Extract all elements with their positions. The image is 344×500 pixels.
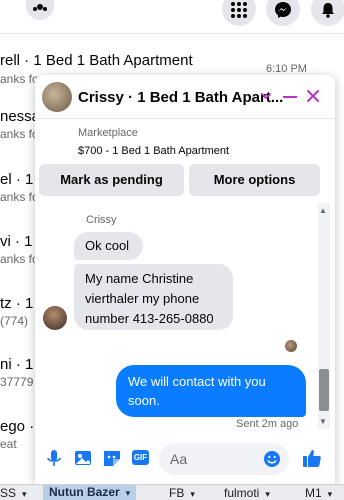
avatar	[43, 306, 67, 330]
top-nav-bar	[0, 0, 344, 34]
scrollbar-thumb[interactable]	[319, 369, 329, 411]
chevron-down-icon: ▾	[125, 488, 131, 498]
mark-as-pending-button[interactable]: Mark as pending	[39, 164, 184, 196]
chat-header[interactable]: Crissy · 1 Bed 1 Bath Apart...	[35, 75, 335, 119]
seen-indicator-avatar	[285, 340, 297, 352]
tab-fb[interactable]: FB ▾	[169, 486, 195, 500]
more-options-button[interactable]: More options	[189, 164, 320, 196]
bookmarks-tab-bar: SS ▾ Nutun Bazer ▾ FB ▾ fulmoti ▾ M1 ▾	[0, 484, 344, 500]
chevron-down-icon: ▾	[22, 489, 27, 499]
tab-fulmoti[interactable]: fulmoti ▾	[224, 486, 270, 500]
tab-ss[interactable]: SS ▾	[0, 486, 27, 500]
tab-m1[interactable]: M1 ▾	[305, 486, 332, 500]
messenger-icon[interactable]	[266, 0, 300, 26]
conversation-time: 6:10 PM	[266, 63, 307, 75]
tab-label: fulmoti	[224, 486, 260, 500]
chevron-down-icon: ▾	[265, 489, 270, 499]
chevron-down-icon[interactable]	[259, 89, 273, 103]
groups-icon[interactable]	[26, 0, 54, 20]
conversation-title: rell · 1 Bed 1 Bath Apartment	[0, 52, 193, 69]
chat-window: Crissy · 1 Bed 1 Bath Apart... Marketpla…	[35, 75, 335, 484]
chevron-down-icon: ▾	[190, 489, 195, 499]
menu-grid-icon[interactable]	[222, 0, 256, 26]
tab-label: M1	[305, 486, 322, 500]
tab-label: SS	[0, 486, 17, 500]
listing-title: $700 - 1 Bed 1 Bath Apartment	[78, 145, 230, 157]
incoming-message[interactable]: Ok cool	[74, 232, 143, 260]
chevron-down-icon: ▾	[327, 489, 333, 499]
photo-icon[interactable]	[72, 447, 94, 469]
outgoing-message[interactable]: We will contact with you soon.	[116, 365, 306, 417]
tab-label: Nutun Bazer	[49, 485, 120, 499]
sender-name: Crissy	[86, 214, 117, 226]
notifications-icon[interactable]	[311, 0, 344, 26]
close-icon[interactable]	[306, 89, 320, 103]
avatar[interactable]	[42, 82, 72, 112]
tab-label: FB	[169, 486, 185, 500]
marketplace-listing[interactable]: Marketplace $700 - 1 Bed 1 Bath Apartmen…	[35, 119, 335, 163]
message-composer: GIF	[35, 433, 335, 484]
chat-title[interactable]: Crissy · 1 Bed 1 Bath Apart...	[78, 89, 283, 106]
scroll-down-arrow-icon[interactable]: ▼	[319, 417, 327, 426]
scroll-up-arrow-icon[interactable]: ▲	[319, 206, 327, 215]
emoji-icon[interactable]	[263, 450, 281, 468]
incoming-message[interactable]: My name Christine vierthaler my phone nu…	[74, 264, 233, 330]
sticker-icon[interactable]	[101, 447, 123, 469]
scrollbar[interactable]: ▲ ▼	[318, 203, 330, 429]
marketplace-label: Marketplace	[78, 127, 138, 139]
microphone-icon[interactable]	[43, 447, 65, 469]
gif-icon[interactable]: GIF	[132, 450, 149, 465]
message-thread: Crissy Ok cool My name Christine viertha…	[35, 203, 335, 433]
minimize-icon[interactable]	[283, 96, 297, 98]
thumbs-up-icon[interactable]	[301, 447, 323, 469]
sent-status: Sent 2m ago	[236, 418, 299, 430]
tab-nutun-bazer[interactable]: Nutun Bazer ▾	[43, 485, 137, 500]
